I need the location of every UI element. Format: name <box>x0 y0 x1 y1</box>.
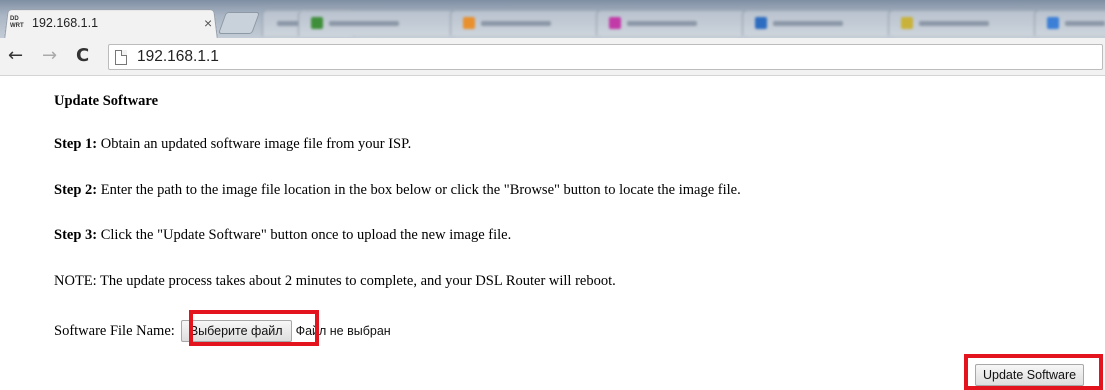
step-3: Step 3: Click the "Update Software" butt… <box>54 227 511 244</box>
step-1: Step 1: Obtain an updated software image… <box>54 136 411 153</box>
step-label: Step 3: <box>54 227 98 243</box>
ddwrt-favicon-icon: DD WRT <box>10 16 24 29</box>
page-content: Update Software Step 1: Obtain an update… <box>0 76 1105 390</box>
tab-favicon-icon <box>901 17 913 29</box>
tab-favicon-icon <box>1047 17 1059 29</box>
reload-icon[interactable]: C <box>76 46 89 66</box>
tab-close-icon[interactable]: × <box>204 15 212 31</box>
background-tab[interactable] <box>596 10 746 36</box>
file-label: Software File Name: <box>54 322 175 339</box>
background-tab[interactable] <box>450 10 600 36</box>
tab-strip: DD WRT 192.168.1.1 × <box>0 0 1105 38</box>
tab-title: 192.168.1.1 <box>32 16 99 30</box>
page-title: Update Software <box>54 93 159 109</box>
file-status: Файл не выбран <box>295 324 391 338</box>
tab-favicon-icon <box>311 17 323 29</box>
background-tab[interactable] <box>742 10 892 36</box>
background-tab[interactable] <box>888 10 1038 36</box>
tab-favicon-icon <box>609 17 621 29</box>
address-bar[interactable]: 192.168.1.1 <box>108 44 1103 70</box>
forward-arrow-icon[interactable]: → <box>42 46 57 66</box>
new-tab-button[interactable] <box>217 12 261 34</box>
step-text: Click the "Update Software" button once … <box>97 227 512 243</box>
step-2: Step 2: Enter the path to the image file… <box>54 182 741 199</box>
tab-favicon-icon <box>463 17 475 29</box>
active-tab[interactable]: DD WRT 192.168.1.1 × <box>10 11 220 35</box>
step-label: Step 1: <box>54 136 98 152</box>
back-arrow-icon[interactable]: ← <box>8 46 23 66</box>
step-text: Enter the path to the image file locatio… <box>97 182 741 198</box>
step-label: Step 2: <box>54 182 98 198</box>
step-text: Obtain an updated software image file fr… <box>97 136 412 152</box>
file-input-row: Software File Name: Выберите файл Файл н… <box>54 320 391 342</box>
page-icon <box>115 49 127 65</box>
tab-favicon-icon <box>755 17 767 29</box>
background-tab[interactable] <box>1034 10 1105 36</box>
choose-file-button[interactable]: Выберите файл <box>180 320 292 342</box>
update-software-button[interactable]: Update Software <box>975 364 1085 386</box>
address-text[interactable]: 192.168.1.1 <box>137 48 219 66</box>
background-tab[interactable] <box>298 10 454 36</box>
update-note: NOTE: The update process takes about 2 m… <box>54 273 616 289</box>
browser-toolbar: ← → C 192.168.1.1 <box>0 38 1105 76</box>
